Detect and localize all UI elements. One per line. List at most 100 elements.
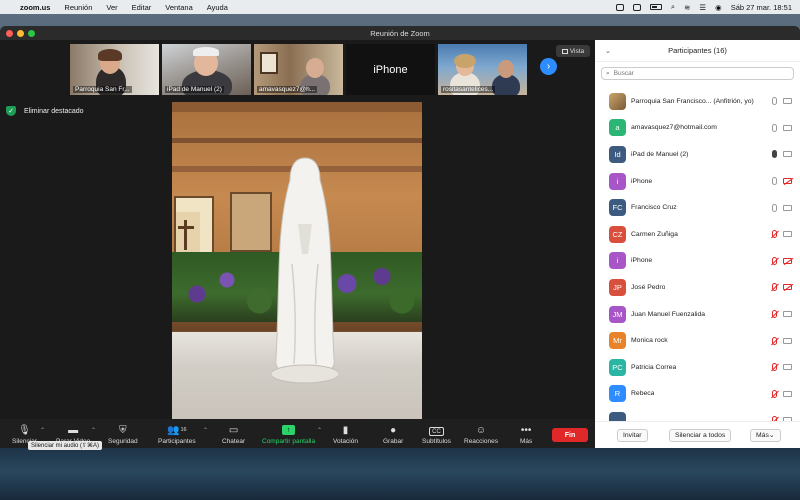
microphone-icon	[772, 97, 777, 106]
share-options-chevron-icon[interactable]: ⌃	[317, 427, 322, 434]
emoji-plus-icon: ☺	[475, 424, 487, 436]
search-icon[interactable]: ⌕	[671, 2, 675, 12]
video-options-chevron-icon[interactable]: ⌃	[91, 427, 96, 434]
window-titlebar: Reunión de Zoom	[0, 26, 800, 40]
video-camera-icon	[783, 151, 792, 158]
battery-icon[interactable]	[649, 4, 662, 10]
video-camera-icon	[783, 390, 792, 397]
participant-row[interactable]: R Rebeca	[595, 381, 800, 408]
search-icon: ⌕	[606, 69, 610, 77]
participants-button[interactable]: 👥 16 Participantes	[158, 424, 196, 446]
participant-row[interactable]: a amavasquez7@hotmail.com	[595, 115, 800, 142]
video-thumbnail[interactable]: iPad de Manuel (2)	[162, 44, 251, 95]
participant-name: Patricia Correa	[631, 363, 677, 371]
record-label: Grabar	[383, 438, 404, 445]
video-camera-icon	[783, 231, 792, 238]
share-screen-button[interactable]: ↑ Compartir pantalla	[262, 424, 315, 445]
next-page-button[interactable]: ›	[540, 58, 557, 75]
chat-button[interactable]: ▭ Chatear	[222, 424, 246, 446]
avatar: a	[609, 119, 626, 137]
participant-row[interactable]: Id iPad de Manuel (2)	[595, 141, 800, 168]
grid-view-icon	[561, 48, 568, 54]
zoom-status-icon[interactable]	[615, 3, 624, 11]
video-thumbnail[interactable]: iPhone	[346, 44, 435, 95]
video-off-icon	[783, 284, 792, 291]
participant-row[interactable]: JM Juan Manuel Fuenzalida	[595, 301, 800, 328]
video-thumbnail[interactable]: amavasquez7@h...	[254, 44, 343, 95]
pause-icon[interactable]	[632, 3, 641, 11]
participant-row[interactable]: PC Patricia Correa	[595, 354, 800, 381]
panel-more-label: Más	[756, 431, 769, 439]
reactions-label: Reacciones	[464, 438, 498, 445]
chat-label: Chatear	[222, 438, 246, 445]
participant-row[interactable]	[595, 407, 800, 421]
menu-item-editar[interactable]: Editar	[132, 3, 152, 12]
wifi-icon[interactable]: ≋	[684, 3, 690, 12]
participant-row[interactable]: Mr Monica rock	[595, 327, 800, 354]
participant-row[interactable]: Parroquia San Francisco... (Anfitrión, y…	[595, 88, 800, 115]
menu-app-name[interactable]: zoom.us	[20, 3, 50, 12]
video-thumbnail[interactable]: Parroquia San Fr...	[70, 44, 159, 95]
participant-row[interactable]: CZ Carmen Zuñiga	[595, 221, 800, 248]
security-button[interactable]: ⛨ Seguridad	[108, 424, 138, 446]
more-label: Más	[520, 438, 533, 445]
subtitles-label: Subtítulos	[422, 438, 451, 445]
panel-more-button[interactable]: Más ⌄	[750, 428, 781, 442]
unspotlight-control[interactable]: ✓ Eliminar destacado	[6, 106, 84, 116]
mute-all-button[interactable]: Silenciar a todos	[669, 428, 732, 442]
spotlight-video[interactable]	[172, 102, 422, 419]
video-camera-icon	[783, 311, 792, 318]
zoom-window-button[interactable]	[28, 29, 35, 37]
participants-options-chevron-icon[interactable]: ⌃	[203, 427, 208, 434]
thumbnail-name: amavasquez7@h...	[257, 86, 318, 93]
thumbnail-name: iPad de Manuel (2)	[165, 86, 224, 93]
avatar: i	[609, 172, 626, 190]
mic-muted-icon	[772, 230, 777, 239]
participant-row[interactable]: i iPhone	[595, 248, 800, 275]
end-meeting-button[interactable]: Fin	[552, 428, 588, 442]
mic-muted-icon	[772, 389, 777, 398]
poll-button[interactable]: ▮ Votación	[333, 424, 358, 446]
security-label: Seguridad	[108, 438, 138, 445]
participant-row[interactable]: JP José Pedro	[595, 274, 800, 301]
more-button[interactable]: ••• Más	[520, 424, 533, 446]
menu-item-ayuda[interactable]: Ayuda	[207, 3, 228, 12]
view-button[interactable]: Vista	[556, 45, 590, 57]
invite-button[interactable]: Invitar	[617, 428, 648, 442]
clock[interactable]: Sáb 27 mar. 18:51	[731, 3, 792, 12]
participant-name: Francisco Cruz	[631, 204, 677, 212]
avatar: CZ	[609, 225, 626, 243]
record-button[interactable]: ● Grabar	[383, 424, 404, 446]
subtitles-button[interactable]: CC Subtítulos	[422, 427, 451, 445]
video-thumbnail[interactable]: rositasantelices...	[438, 44, 527, 95]
menu-item-ver[interactable]: Ver	[106, 3, 117, 12]
participant-row[interactable]: i iPhone	[595, 168, 800, 195]
participant-row[interactable]: FC Francisco Cruz	[595, 194, 800, 221]
chevron-down-icon[interactable]: ⌄	[605, 47, 611, 55]
participant-name: Juan Manuel Fuenzalida	[631, 310, 706, 318]
avatar: JM	[609, 305, 626, 323]
window-title: Reunión de Zoom	[370, 28, 430, 38]
participant-search[interactable]: ⌕	[601, 67, 794, 80]
panel-title: Participantes (16)	[668, 46, 727, 55]
menu-item-reunion[interactable]: Reunión	[64, 3, 92, 12]
participant-list: Parroquia San Francisco... (Anfitrión, y…	[595, 88, 800, 421]
reactions-button[interactable]: ☺ Reacciones	[464, 424, 498, 446]
avatar: PC	[609, 358, 626, 376]
thumbnail-name: rositasantelices...	[441, 86, 496, 93]
participants-icon: 👥 16	[167, 424, 187, 436]
participant-search-input[interactable]	[613, 70, 774, 77]
status-area: ⌕ ≋ ☰ ◉ Sáb 27 mar. 18:51	[615, 2, 792, 12]
control-center-icon[interactable]: ☰	[699, 3, 706, 12]
video-off-icon	[783, 178, 792, 185]
menu-item-ventana[interactable]: Ventana	[165, 3, 193, 12]
microphone-icon	[772, 150, 777, 159]
participant-name: Monica rock	[631, 337, 668, 345]
microphone-icon	[772, 123, 777, 132]
zoom-window: Reunión de Zoom Parroquia San Fr... iPad…	[0, 26, 800, 448]
audio-options-chevron-icon[interactable]: ⌃	[40, 427, 45, 434]
record-icon: ●	[390, 424, 397, 436]
close-window-button[interactable]	[6, 29, 13, 37]
minimize-window-button[interactable]	[17, 29, 24, 37]
siri-icon[interactable]: ◉	[715, 3, 722, 12]
